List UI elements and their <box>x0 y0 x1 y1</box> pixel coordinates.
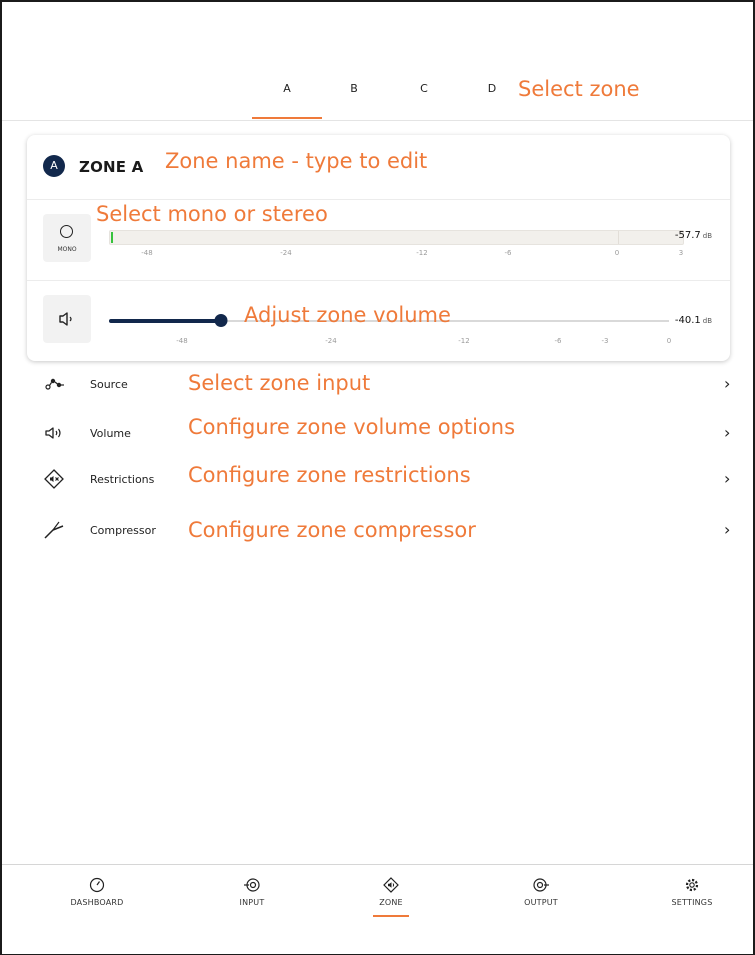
nav-label: SETTINGS <box>671 898 713 907</box>
meter-level <box>111 232 113 243</box>
annotation-zone-input: Select zone input <box>188 371 371 395</box>
annotation-mono-stereo: Select mono or stereo <box>96 202 328 226</box>
tab-zone-b[interactable]: B <box>319 82 389 95</box>
meter-tick: -48 <box>141 249 153 257</box>
menu-label: Compressor <box>90 524 156 537</box>
input-icon <box>244 878 260 892</box>
menu-label: Volume <box>90 427 131 440</box>
volume-tick: 0 <box>666 337 672 345</box>
annotation-compressor: Configure zone compressor <box>188 518 476 542</box>
active-tab-indicator <box>252 117 322 119</box>
menu-item-source[interactable]: Source › <box>2 362 753 406</box>
chevron-right-icon: › <box>724 469 731 488</box>
chevron-right-icon: › <box>724 520 731 539</box>
meter-tick: 3 <box>678 249 684 257</box>
tab-zone-d[interactable]: D <box>457 82 527 95</box>
annotation-zone-name: Zone name - type to edit <box>165 149 428 173</box>
volume-db-readout: -40.1 dB <box>675 315 712 326</box>
annotation-select-zone: Select zone <box>518 77 640 101</box>
nav-label: INPUT <box>239 898 265 907</box>
gauge-icon <box>89 877 105 893</box>
volume-tick: -24 <box>325 337 337 345</box>
app-frame: A B C D Select zone A ZONE A MONO -48 -2… <box>0 0 755 955</box>
mute-button[interactable] <box>43 295 91 343</box>
nav-label: ZONE <box>379 898 403 907</box>
active-nav-indicator <box>373 915 409 917</box>
restrictions-icon <box>44 469 64 489</box>
mono-label: MONO <box>57 246 77 253</box>
meter-tick: -12 <box>416 249 428 257</box>
zone-icon <box>383 877 399 893</box>
annotation-zone-volume: Adjust zone volume <box>244 303 451 327</box>
tab-zone-a[interactable]: A <box>252 82 322 95</box>
chevron-right-icon: › <box>724 374 731 393</box>
volume-tick: -3 <box>601 337 609 345</box>
volume-db-value: -40.1 <box>674 315 701 326</box>
nav-settings[interactable]: SETTINGS <box>647 877 737 907</box>
volume-slider-fill <box>109 319 221 323</box>
meter-db-unit: dB <box>702 232 712 240</box>
meter-tick: -6 <box>504 249 512 257</box>
meter-zero-mark <box>618 231 619 244</box>
level-meter <box>109 230 684 245</box>
nav-label: OUTPUT <box>524 898 558 907</box>
compressor-icon <box>44 521 64 539</box>
tab-zone-c[interactable]: C <box>389 82 459 95</box>
volume-tick: -12 <box>458 337 470 345</box>
menu-label: Restrictions <box>90 473 155 486</box>
nav-dashboard[interactable]: DASHBOARD <box>52 877 142 907</box>
chevron-right-icon: › <box>724 423 731 442</box>
volume-tick: -6 <box>554 337 562 345</box>
speaker-icon <box>59 312 72 326</box>
meter-db-readout: -57.7 dB <box>675 230 712 241</box>
bottom-nav: DASHBOARD INPUT ZONE OUTPUT SETTINGS <box>2 864 753 954</box>
nav-zone[interactable]: ZONE <box>346 877 436 917</box>
zone-badge: A <box>43 155 65 177</box>
gear-icon <box>685 878 699 892</box>
annotation-restrictions: Configure zone restrictions <box>188 463 471 487</box>
menu-label: Source <box>90 378 128 391</box>
zone-name-field[interactable]: ZONE A <box>79 158 143 176</box>
nav-label: DASHBOARD <box>70 898 124 907</box>
volume-slider-knob[interactable] <box>214 314 228 327</box>
nav-input[interactable]: INPUT <box>207 877 297 907</box>
annotation-volume-options: Configure zone volume options <box>188 415 516 439</box>
output-icon <box>533 878 549 892</box>
mono-stereo-button[interactable]: MONO <box>43 214 91 262</box>
source-icon <box>45 378 64 390</box>
nav-output[interactable]: OUTPUT <box>496 877 586 907</box>
mono-icon <box>60 225 73 238</box>
speaker-icon <box>45 427 61 439</box>
meter-tick: 0 <box>614 249 620 257</box>
volume-db-unit: dB <box>702 317 712 325</box>
meter-db-value: -57.7 <box>674 230 701 241</box>
volume-tick: -48 <box>176 337 188 345</box>
meter-tick: -24 <box>280 249 292 257</box>
zone-tabs: A B C D <box>2 68 753 121</box>
